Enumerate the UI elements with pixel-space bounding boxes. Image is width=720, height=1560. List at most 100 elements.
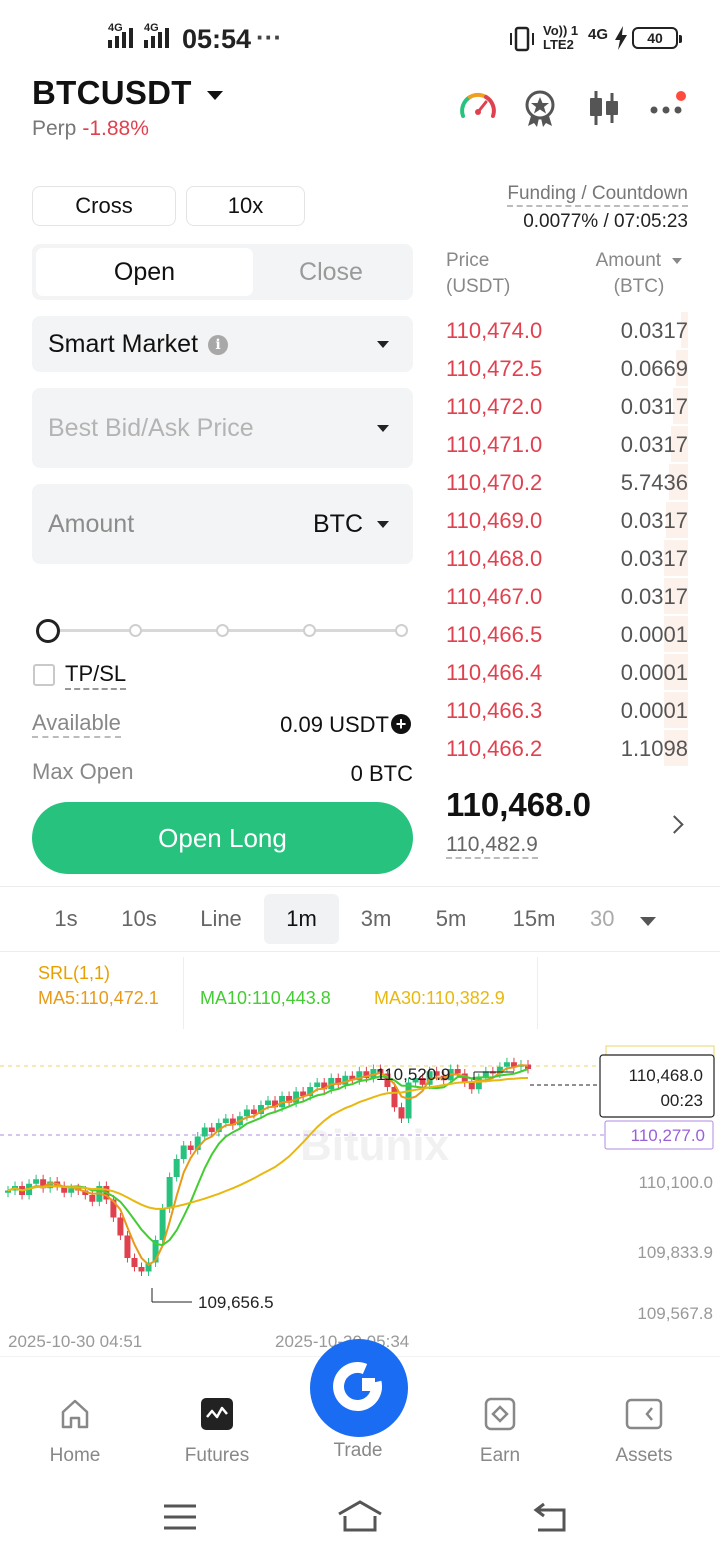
srl-indicator[interactable]: SRL(1,1) <box>38 963 110 984</box>
chevron-down-icon[interactable] <box>640 917 656 926</box>
trade-button[interactable] <box>310 1339 408 1437</box>
more-dots-icon[interactable] <box>648 88 688 128</box>
contract-info: Perp -1.88% <box>32 117 149 141</box>
price-chart[interactable]: Bitunix 110,520.9 109,656.5 110,468.0 00… <box>0 1040 720 1360</box>
orderbook-price-header: Price (USDT) <box>446 250 511 297</box>
chevron-down-icon <box>377 521 389 528</box>
slider-step[interactable] <box>303 624 316 637</box>
notification-dots: ··· <box>256 22 282 52</box>
contract-type: Perp <box>32 117 77 140</box>
orderbook-row[interactable]: 110,466.4 0.0001 <box>446 654 688 690</box>
orderbook-row[interactable]: 110,472.5 0.0669 <box>446 350 688 386</box>
award-icon[interactable] <box>520 88 560 128</box>
ma30-value: MA30:110,382.9 <box>374 988 505 1008</box>
tf-5m[interactable]: 5m <box>422 894 480 944</box>
ma5-line <box>7 1064 529 1267</box>
max-open-label: Max Open <box>32 759 134 784</box>
orderbook-row[interactable]: 110,474.0 0.0317 <box>446 312 688 348</box>
chevron-right-icon[interactable] <box>665 815 684 834</box>
chevron-down-icon <box>377 341 389 348</box>
candlestick-icon[interactable] <box>584 88 624 128</box>
ask-amount: 0.0001 <box>620 660 688 685</box>
candle <box>117 1217 124 1236</box>
orderbook-row[interactable]: 110,466.5 0.0001 <box>446 616 688 652</box>
order-type-select[interactable]: Smart Market i <box>32 316 413 372</box>
price-change: -1.88% <box>82 117 149 140</box>
amount-unit-select[interactable]: BTC <box>313 510 363 539</box>
candle <box>68 1188 75 1193</box>
tpsl-checkbox[interactable] <box>33 664 55 686</box>
ask-price: 110,469.0 <box>446 508 543 533</box>
tpsl-label[interactable]: TP/SL <box>65 661 127 690</box>
tf-30m[interactable]: 30 <box>590 894 622 944</box>
orderbook-row[interactable]: 110,470.2 5.7436 <box>446 464 688 500</box>
candle <box>131 1258 138 1267</box>
ask-price: 110,467.0 <box>446 584 543 609</box>
tf-3m[interactable]: 3m <box>348 894 404 944</box>
open-long-button[interactable]: Open Long <box>32 802 413 874</box>
candle <box>187 1145 194 1150</box>
margin-mode-button[interactable]: Cross <box>32 186 176 226</box>
candles <box>5 1057 531 1276</box>
tf-1m[interactable]: 1m <box>264 894 339 944</box>
slider-handle[interactable] <box>36 619 60 643</box>
current-price-label: 110,468.0 <box>629 1066 703 1085</box>
candle <box>222 1118 229 1123</box>
tf-10s[interactable]: 10s <box>108 894 170 944</box>
menu-icon[interactable] <box>162 1498 198 1534</box>
y-tick: 110,100.0 <box>639 1173 713 1192</box>
candle <box>124 1235 131 1258</box>
nav-trade-label-wrap[interactable]: Trade <box>303 1440 413 1462</box>
tab-open[interactable]: Open <box>36 248 253 296</box>
vibrate-icon <box>510 26 534 52</box>
candle <box>89 1195 96 1202</box>
battery-icon: 40 <box>632 27 682 49</box>
funding-label[interactable]: Funding / Countdown <box>507 183 688 207</box>
nav-futures[interactable]: Futures <box>162 1396 272 1467</box>
ask-price: 110,466.2 <box>446 736 543 761</box>
symbol-selector[interactable]: BTCUSDT <box>32 74 224 112</box>
orderbook-row[interactable]: 110,469.0 0.0317 <box>446 502 688 538</box>
tf-1s[interactable]: 1s <box>38 894 94 944</box>
slider-step[interactable] <box>216 624 229 637</box>
nav-earn[interactable]: Earn <box>445 1396 555 1467</box>
nav-assets[interactable]: Assets <box>589 1396 699 1467</box>
tf-15m[interactable]: 15m <box>500 894 568 944</box>
back-icon[interactable] <box>530 1498 570 1534</box>
gauge-icon[interactable] <box>458 88 498 128</box>
orderbook-row[interactable]: 110,467.0 0.0317 <box>446 578 688 614</box>
home-gesture-icon[interactable] <box>336 1498 384 1534</box>
ask-amount: 0.0317 <box>620 546 688 571</box>
y-tick: 109,567.8 <box>637 1304 713 1323</box>
nav-home[interactable]: Home <box>20 1396 130 1467</box>
tf-line[interactable]: Line <box>186 894 256 944</box>
orderbook-row[interactable]: 110,466.2 1.1098 <box>446 730 688 766</box>
x-tick: 2025-10-30 04:51 <box>8 1332 142 1351</box>
orderbook-row[interactable]: 110,468.0 0.0317 <box>446 540 688 576</box>
orderbook-row[interactable]: 110,471.0 0.0317 <box>446 426 688 462</box>
earn-icon <box>484 1397 516 1431</box>
orderbook-row[interactable]: 110,472.0 0.0317 <box>446 388 688 424</box>
available-label[interactable]: Available <box>32 710 121 738</box>
add-funds-icon[interactable]: + <box>391 714 411 734</box>
slider-step[interactable] <box>395 624 408 637</box>
orderbook-amount-header[interactable]: Amount (BTC) <box>590 248 688 300</box>
nav-trade: Trade <box>333 1440 383 1461</box>
candle <box>503 1062 510 1067</box>
mark-price[interactable]: 110,482.9 <box>446 833 538 859</box>
amount-field[interactable]: Amount BTC <box>32 484 413 564</box>
orderbook-row[interactable]: 110,466.3 0.0001 <box>446 692 688 728</box>
slider-step[interactable] <box>129 624 142 637</box>
ask-amount: 0.0317 <box>620 432 688 457</box>
info-icon[interactable]: i <box>208 335 229 356</box>
candle <box>468 1082 475 1090</box>
leverage-button[interactable]: 10x <box>186 186 305 226</box>
ask-amount: 0.0001 <box>620 698 688 723</box>
signal-sim2-icon: 4G <box>144 22 176 48</box>
symbol-name: BTCUSDT <box>32 74 192 111</box>
tab-close[interactable]: Close <box>253 248 409 296</box>
trade-logo-icon <box>333 1361 383 1411</box>
price-select[interactable]: Best Bid/Ask Price <box>32 388 413 468</box>
ma10-value: MA10:110,443.8 <box>200 988 331 1008</box>
chevron-down-icon <box>207 90 224 100</box>
